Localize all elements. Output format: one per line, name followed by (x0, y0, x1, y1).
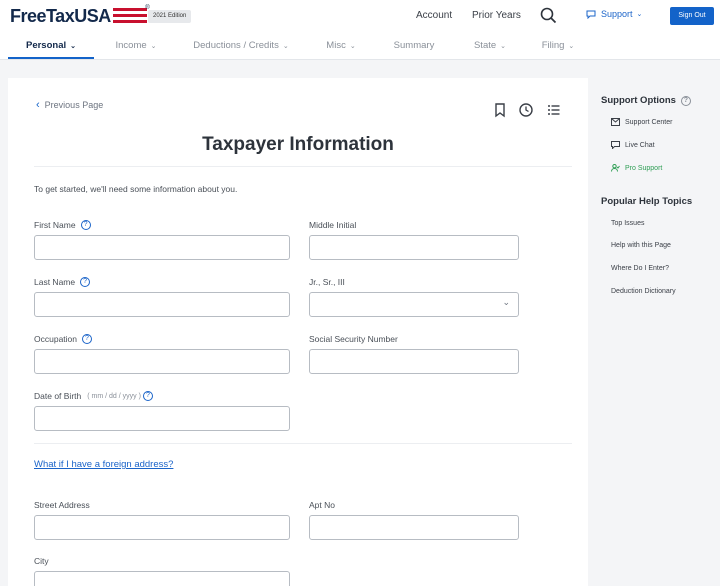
bookmark-icon[interactable] (492, 102, 508, 118)
divider (34, 166, 572, 167)
support-menu[interactable]: Support ⌄ (586, 9, 642, 19)
help-question-icon[interactable]: ? (142, 391, 153, 401)
first-name-input[interactable] (34, 235, 290, 260)
occupation-input[interactable] (34, 349, 290, 374)
middle-initial-label: Middle Initial (309, 220, 357, 230)
last-name-input[interactable] (34, 292, 290, 317)
popular-help-heading: Popular Help Topics (601, 196, 693, 207)
tab-deductions-credits[interactable]: Deductions / Credits ⌄ (182, 32, 300, 59)
support-options-heading: Support Options? (601, 95, 691, 106)
help-topic-link[interactable]: Help with this Page (611, 242, 671, 249)
tab-income[interactable]: Income ⌄ (100, 32, 172, 59)
page-title: Taxpayer Information (202, 134, 394, 155)
last-name-label: Last Name? (34, 277, 91, 287)
chat-icon (611, 141, 620, 149)
first-name-label: First Name? (34, 220, 91, 230)
list-icon[interactable] (546, 102, 562, 118)
person-icon (611, 164, 620, 172)
help-topic-link[interactable]: Deduction Dictionary (611, 288, 676, 295)
freetaxusa-logo[interactable]: FreeTaxUSA ® (10, 5, 150, 27)
street-address-input[interactable] (34, 515, 290, 540)
chevron-left-icon: ‹ (36, 99, 40, 111)
chevron-down-icon: ⌄ (502, 297, 510, 307)
sign-out-button[interactable]: Sign Out (670, 7, 714, 25)
suffix-select[interactable]: ⌄ (309, 292, 519, 317)
search-icon[interactable] (540, 7, 557, 24)
chevron-down-icon: ⌄ (282, 43, 289, 50)
dob-input[interactable] (34, 406, 290, 431)
suffix-label: Jr., Sr., III (309, 277, 345, 287)
tab-summary[interactable]: Summary (382, 32, 446, 59)
live-chat-link[interactable]: Live Chat (611, 141, 655, 149)
occupation-label: Occupation? (34, 334, 92, 344)
history-clock-icon[interactable] (518, 102, 534, 118)
account-link[interactable]: Account (416, 10, 452, 21)
help-topic-link[interactable]: Where Do I Enter? (611, 265, 669, 272)
ssn-label: Social Security Number (309, 334, 398, 344)
prior-years-link[interactable]: Prior Years (472, 10, 521, 21)
pro-support-link[interactable]: Pro Support (611, 164, 662, 172)
help-question-icon[interactable]: ? (80, 277, 91, 287)
intro-text: To get started, we'll need some informat… (34, 184, 238, 194)
help-question-icon[interactable]: ? (680, 95, 691, 106)
support-center-link[interactable]: Support Center (611, 118, 672, 126)
tab-personal[interactable]: Personal ⌄ (8, 32, 94, 59)
top-header: FreeTaxUSA ® 2021 Edition Account Prior … (0, 0, 720, 32)
tab-filing[interactable]: Filing ⌄ (530, 32, 586, 59)
middle-initial-input[interactable] (309, 235, 519, 260)
previous-page-link[interactable]: ‹ Previous Page (36, 99, 103, 111)
chevron-down-icon: ⌄ (568, 43, 575, 50)
divider (34, 443, 572, 444)
main-nav: Personal ⌄ Income ⌄ Deductions / Credits ⌄ … (0, 32, 720, 60)
street-address-label: Street Address (34, 500, 90, 510)
help-question-icon[interactable]: ? (80, 220, 91, 230)
chevron-down-icon: ⌄ (70, 43, 76, 50)
help-question-icon[interactable]: ? (82, 334, 92, 344)
chevron-down-icon: ⌄ (500, 43, 507, 50)
ssn-input[interactable] (309, 349, 519, 374)
flag-stripes-icon: ® (112, 5, 150, 25)
taxpayer-info-card: ‹ Previous Page Taxpayer Information To … (8, 78, 588, 586)
chevron-down-icon: ⌄ (636, 11, 643, 18)
tab-misc[interactable]: Misc ⌄ (312, 32, 370, 59)
apt-no-input[interactable] (309, 515, 519, 540)
city-label: City (34, 556, 49, 566)
dob-label: Date of Birth( mm / dd / yyyy )? (34, 391, 153, 401)
edition-badge: 2021 Edition (148, 10, 192, 23)
chat-icon (586, 10, 596, 19)
chevron-down-icon: ⌄ (150, 43, 157, 50)
mail-icon (611, 118, 620, 126)
tab-state[interactable]: State ⌄ (462, 32, 518, 59)
apt-no-label: Apt No (309, 500, 335, 510)
help-topic-link[interactable]: Top Issues (611, 220, 644, 227)
chevron-down-icon: ⌄ (349, 43, 356, 50)
foreign-address-link[interactable]: What if I have a foreign address? (34, 459, 173, 470)
city-input[interactable] (34, 571, 290, 586)
